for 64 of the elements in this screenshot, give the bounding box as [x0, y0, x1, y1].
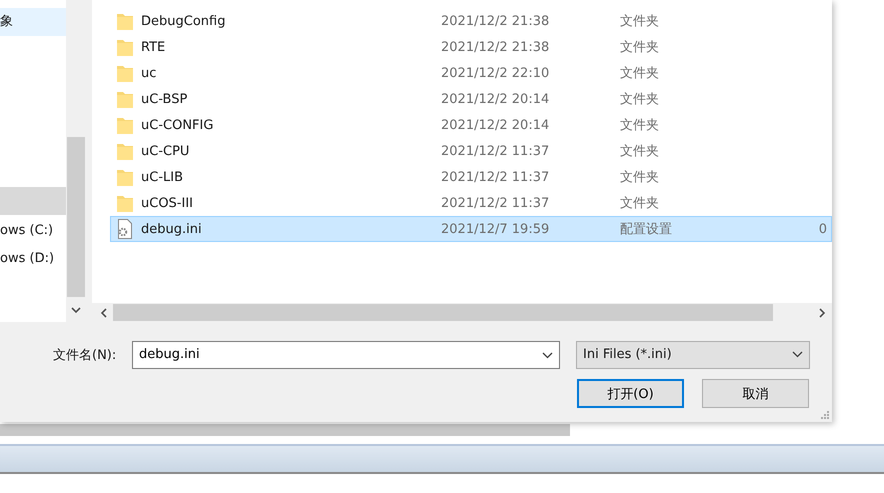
scrollbar-thumb[interactable]	[113, 304, 773, 321]
folder-icon	[117, 168, 133, 186]
resize-grip-icon[interactable]	[820, 410, 829, 419]
file-date: 2021/12/2 20:14	[441, 118, 550, 132]
file-name: debug.ini	[140, 222, 203, 236]
file-row[interactable]: debug.ini 2021/12/7 19:59 配置设置 0	[110, 216, 832, 242]
file-row[interactable]: uC-BSP 2021/12/2 20:14 文件夹	[110, 86, 832, 112]
file-name: uC-CPU	[140, 144, 190, 158]
file-name: DebugConfig	[140, 14, 226, 28]
file-type-dropdown[interactable]: Ini Files (*.ini)	[576, 340, 810, 368]
file-name: uc	[140, 66, 158, 80]
folder-icon	[117, 90, 133, 108]
nav-group-header	[0, 187, 66, 215]
chevron-down-icon[interactable]	[542, 352, 553, 358]
filename-label: 文件名(N):	[53, 346, 118, 364]
file-type: 配置设置	[620, 221, 673, 238]
folder-icon	[117, 194, 133, 212]
file-row[interactable]: uC-CPU 2021/12/2 11:37 文件夹	[110, 138, 832, 164]
file-name: uC-CONFIG	[140, 118, 214, 132]
settings-file-icon	[117, 219, 133, 239]
nav-item[interactable]: 象	[0, 8, 66, 36]
file-type: 文件夹	[620, 39, 660, 56]
file-date: 2021/12/2 11:37	[441, 196, 550, 210]
chevron-left-icon[interactable]	[100, 308, 107, 318]
file-type: 文件夹	[620, 143, 660, 160]
file-row[interactable]: uC-LIB 2021/12/2 11:37 文件夹	[110, 164, 832, 190]
folder-icon	[117, 12, 133, 30]
file-type: 文件夹	[620, 91, 660, 108]
file-row[interactable]: uCOS-III 2021/12/2 11:37 文件夹	[110, 190, 832, 216]
file-name: uCOS-III	[140, 196, 194, 210]
file-date: 2021/12/7 19:59	[441, 222, 550, 236]
folder-icon	[117, 116, 133, 134]
folder-icon	[117, 142, 133, 160]
file-type: 文件夹	[620, 117, 660, 134]
chevron-down-icon[interactable]	[71, 307, 81, 314]
nav-item[interactable]: ows (C:)	[0, 217, 66, 245]
file-date: 2021/12/2 21:38	[441, 14, 550, 28]
file-date: 2021/12/2 21:38	[441, 40, 550, 54]
file-date: 2021/12/2 20:14	[441, 92, 550, 106]
file-date: 2021/12/2 11:37	[441, 144, 550, 158]
scrollbar-thumb[interactable]	[67, 137, 85, 297]
cancel-button[interactable]: 取消	[702, 379, 809, 408]
file-type: 文件夹	[620, 195, 660, 212]
nav-item[interactable]: ows (D:)	[0, 245, 66, 273]
file-row[interactable]: uC-CONFIG 2021/12/2 20:14 文件夹	[110, 112, 832, 138]
horizontal-scrollbar[interactable]	[92, 303, 832, 322]
file-row[interactable]: RTE 2021/12/2 21:38 文件夹	[110, 34, 832, 60]
chevron-down-icon[interactable]	[792, 351, 803, 358]
folder-icon	[117, 64, 133, 82]
folder-icon	[117, 38, 133, 56]
open-button[interactable]: 打开(O)	[577, 379, 684, 408]
chevron-right-icon[interactable]	[819, 308, 826, 318]
file-type: 文件夹	[620, 13, 660, 30]
file-row[interactable]: uc 2021/12/2 22:10 文件夹	[110, 60, 832, 86]
file-date: 2021/12/2 22:10	[441, 66, 550, 80]
file-name: uC-LIB	[140, 170, 184, 184]
file-type: 文件夹	[620, 65, 660, 82]
file-size: 0	[818, 222, 828, 236]
file-type: 文件夹	[620, 169, 660, 186]
file-name: RTE	[140, 40, 166, 54]
file-row[interactable]: DebugConfig 2021/12/2 21:38 文件夹	[110, 8, 832, 34]
filename-field[interactable]: debug.ini	[132, 340, 560, 368]
file-name: uC-BSP	[140, 92, 188, 106]
file-date: 2021/12/2 11:37	[441, 170, 550, 184]
